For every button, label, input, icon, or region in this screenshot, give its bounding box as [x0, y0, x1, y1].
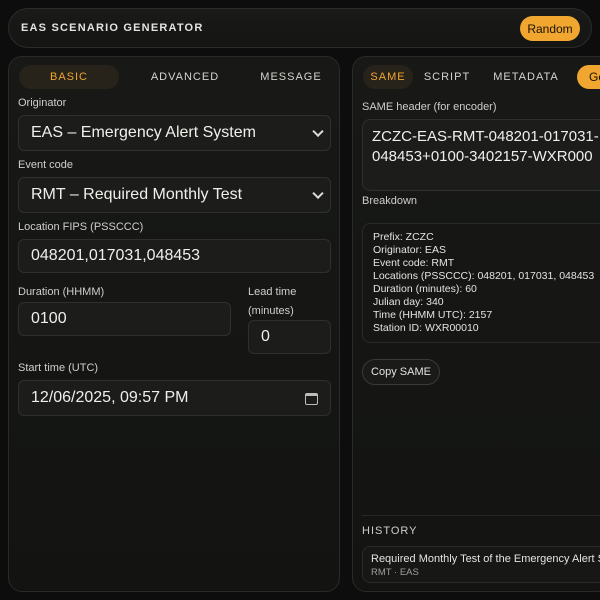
output-panel: SAME SCRIPT METADATA Ge SAME header (for… — [352, 56, 600, 592]
form-tabs: BASIC ADVANCED MESSAGE — [17, 65, 331, 89]
event-code-label: Event code — [18, 159, 74, 171]
start-time-label: Start time (UTC) — [18, 362, 99, 374]
calendar-icon[interactable] — [305, 393, 318, 405]
originator-label: Originator — [18, 97, 67, 109]
start-time-value: 12/06/2025, 09:57 PM — [31, 389, 189, 406]
duration-label: Duration (HHMM) — [18, 286, 105, 298]
location-value: 048201,017031,048453 — [31, 247, 201, 264]
breakdown-time: Time (HHMM UTC): 2157 — [373, 309, 493, 321]
event-code-value: RMT – Required Monthly Test — [31, 186, 243, 203]
event-code-select[interactable]: RMT – Required Monthly Test — [18, 177, 331, 213]
generate-button[interactable]: Ge — [577, 65, 600, 89]
breakdown-station-id: Station ID: WXR00010 — [373, 322, 479, 334]
lead-time-label: Lead time — [248, 286, 297, 298]
history-divider — [362, 515, 600, 516]
output-tabs: SAME SCRIPT METADATA Ge — [361, 65, 600, 89]
history-item-title: Required Monthly Test of the Emergency A… — [371, 553, 600, 565]
lead-time-input[interactable]: 0 — [248, 320, 331, 354]
chevron-down-icon — [312, 187, 324, 200]
tab-advanced[interactable]: ADVANCED — [133, 65, 237, 89]
duration-value: 0100 — [31, 310, 67, 327]
breakdown-duration: Duration (minutes): 60 — [373, 283, 477, 295]
duration-input[interactable]: 0100 — [18, 302, 231, 336]
breakdown-prefix: Prefix: ZCZC — [373, 231, 434, 243]
history-item[interactable]: Required Monthly Test of the Emergency A… — [362, 546, 600, 583]
same-header-output[interactable]: ZCZC-EAS-RMT-048201-017031- 048453+0100-… — [362, 119, 600, 191]
copy-same-button[interactable]: Copy SAME — [362, 359, 440, 385]
breakdown-box: Prefix: ZCZC Originator: EAS Event code:… — [362, 223, 600, 343]
originator-select[interactable]: EAS – Emergency Alert System — [18, 115, 331, 151]
tab-same[interactable]: SAME — [363, 65, 413, 89]
breakdown-julian-day: Julian day: 340 — [373, 296, 444, 308]
app-header: EAS SCENARIO GENERATOR Random — [8, 8, 592, 48]
tab-message[interactable]: MESSAGE — [245, 65, 337, 89]
location-label: Location FIPS (PSSCCC) — [18, 221, 144, 233]
tab-script[interactable]: SCRIPT — [423, 65, 471, 89]
chevron-down-icon — [312, 125, 324, 138]
same-header-line-1: ZCZC-EAS-RMT-048201-017031- — [372, 128, 599, 145]
scenario-form-panel: BASIC ADVANCED MESSAGE Originator EAS – … — [8, 56, 340, 592]
breakdown-event-code: Event code: RMT — [373, 257, 455, 269]
same-header-label: SAME header (for encoder) — [362, 101, 497, 113]
breakdown-locations: Locations (PSSCCC): 048201, 017031, 0484… — [373, 270, 595, 282]
app-title: EAS SCENARIO GENERATOR — [21, 22, 204, 34]
same-header-line-2: 048453+0100-3402157-WXR000 — [372, 148, 593, 165]
location-fips-input[interactable]: 048201,017031,048453 — [18, 239, 331, 273]
originator-value: EAS – Emergency Alert System — [31, 124, 256, 141]
lead-time-value: 0 — [261, 328, 270, 345]
lead-time-unit-label: (minutes) — [248, 305, 294, 317]
breakdown-label: Breakdown — [362, 195, 418, 207]
start-time-input[interactable]: 12/06/2025, 09:57 PM — [18, 380, 331, 416]
history-label: HISTORY — [362, 525, 418, 537]
history-item-meta: RMT · EAS — [371, 567, 419, 578]
random-button[interactable]: Random — [520, 16, 580, 41]
tab-metadata[interactable]: METADATA — [491, 65, 561, 89]
breakdown-originator: Originator: EAS — [373, 244, 446, 256]
tab-basic[interactable]: BASIC — [19, 65, 119, 89]
